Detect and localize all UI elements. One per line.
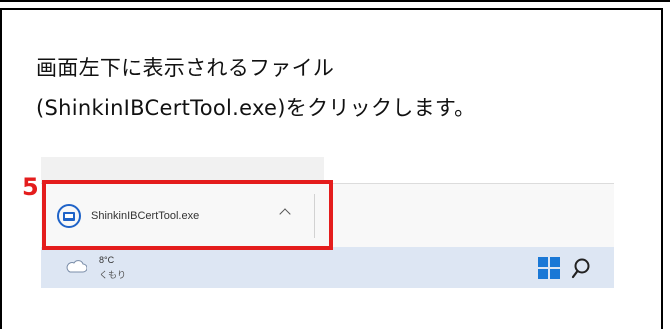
- weather-temperature[interactable]: 8°C: [99, 255, 114, 265]
- instruction-line-1: 画面左下に表示されるファイル: [36, 56, 335, 80]
- search-icon[interactable]: [571, 257, 591, 279]
- taskbar: 8°C くもり: [41, 247, 614, 288]
- highlight-box: [42, 180, 333, 250]
- step-number: 5: [22, 173, 39, 201]
- instruction-line-2: (ShinkinIBCertTool.exe)をクリックします。: [36, 96, 476, 120]
- windows-start-icon[interactable]: [538, 257, 560, 279]
- browser-content-right: [324, 126, 614, 183]
- weather-condition[interactable]: くもり: [99, 268, 126, 281]
- browser-strip: [41, 157, 324, 181]
- cloud-icon[interactable]: [65, 259, 87, 273]
- top-border-line: [0, 0, 670, 4]
